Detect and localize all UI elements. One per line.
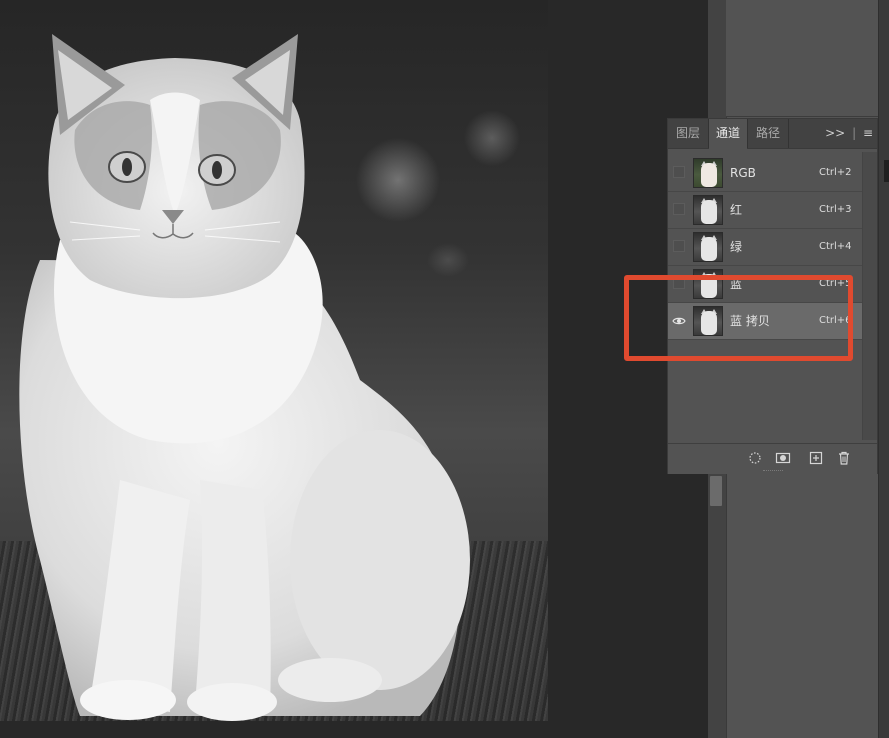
canvas-image[interactable] xyxy=(0,0,548,721)
collapsed-dock xyxy=(878,0,889,738)
upper-panel xyxy=(726,0,878,117)
dock-collapse-handle[interactable] xyxy=(884,160,889,182)
cat-illustration xyxy=(19,34,470,721)
panel-resize-grip[interactable] xyxy=(763,470,783,473)
channel-name: 绿 xyxy=(730,240,743,254)
tab-channels[interactable]: 通道 xyxy=(709,119,747,149)
channel-shortcut: Ctrl+2 xyxy=(819,167,852,178)
panel-tab-bar: 图层 通道 路径 >> | ≡ xyxy=(668,119,877,149)
channel-list-scrollbar[interactable] xyxy=(862,152,877,440)
tab-divider xyxy=(788,119,789,148)
channel-shortcut: Ctrl+3 xyxy=(819,204,852,215)
channel-name: 红 xyxy=(730,203,743,217)
channel-row-red[interactable]: 红 Ctrl+3 xyxy=(668,192,862,229)
save-selection-as-channel-icon[interactable] xyxy=(775,450,791,466)
dock-scroll-thumb[interactable] xyxy=(710,476,722,506)
channel-name: RGB xyxy=(730,166,756,180)
channel-shortcut: Ctrl+4 xyxy=(819,241,852,252)
collapse-icon[interactable]: >> xyxy=(825,126,845,140)
tab-paths[interactable]: 路径 xyxy=(748,119,788,148)
channel-row-rgb[interactable]: RGB Ctrl+2 xyxy=(668,155,862,192)
visibility-toggle[interactable] xyxy=(673,166,685,178)
channel-thumbnail xyxy=(693,158,723,188)
load-selection-icon[interactable] xyxy=(747,450,763,466)
highlight-annotation xyxy=(624,275,853,361)
delete-channel-icon[interactable] xyxy=(836,450,852,466)
channel-row-green[interactable]: 绿 Ctrl+4 xyxy=(668,229,862,266)
new-channel-icon[interactable] xyxy=(808,450,824,466)
menu-separator: | xyxy=(852,126,857,140)
visibility-toggle[interactable] xyxy=(673,203,685,215)
panel-menu-group: >> | ≡ xyxy=(825,119,873,148)
channel-thumbnail xyxy=(693,232,723,262)
tab-layers[interactable]: 图层 xyxy=(668,119,708,148)
channel-thumbnail xyxy=(693,195,723,225)
visibility-toggle[interactable] xyxy=(673,240,685,252)
panel-menu-icon[interactable]: ≡ xyxy=(863,126,873,140)
